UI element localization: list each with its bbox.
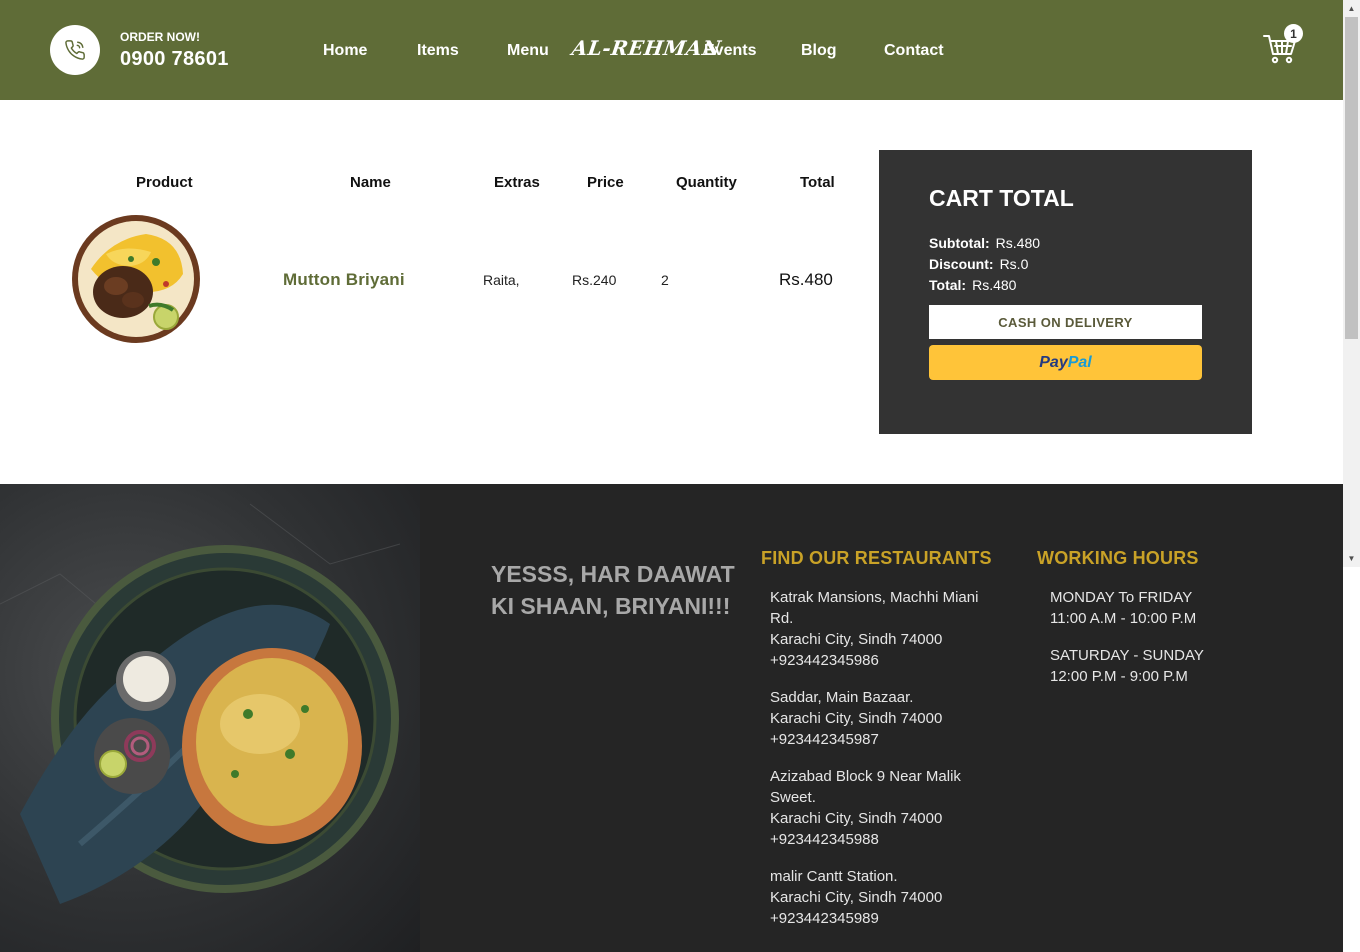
- col-header-total: Total: [800, 174, 835, 191]
- restaurant-phone[interactable]: +923442345987: [770, 729, 1000, 750]
- paypal-logo-pay: Pay: [1039, 353, 1068, 371]
- nav-menu[interactable]: Menu: [507, 42, 549, 60]
- restaurant-address-3: Azizabad Block 9 Near Malik Sweet. Karac…: [770, 766, 1000, 850]
- nav-home[interactable]: Home: [323, 42, 367, 60]
- nav-events[interactable]: Events: [704, 42, 756, 60]
- nav-contact[interactable]: Contact: [884, 42, 944, 60]
- restaurant-phone[interactable]: +923442345989: [770, 908, 1000, 929]
- discount-row: Discount: Rs.0: [929, 256, 1028, 272]
- item-total: Rs.480: [779, 270, 833, 289]
- subtotal-label: Subtotal:: [929, 235, 990, 251]
- restaurant-phone[interactable]: +923442345988: [770, 829, 1000, 850]
- total-value: Rs.480: [972, 277, 1017, 293]
- restaurant-address-1: Katrak Mansions, Machhi Miani Rd. Karach…: [770, 587, 1000, 671]
- scroll-up-arrow-icon[interactable]: ▲: [1343, 0, 1360, 17]
- restaurants-title: FIND OUR RESTAURANTS: [761, 548, 992, 568]
- phone-icon-button[interactable]: [50, 25, 100, 75]
- cart-count-badge: 1: [1284, 24, 1303, 43]
- subtotal-row: Subtotal: Rs.480: [929, 235, 1040, 251]
- phone-number[interactable]: 0900 78601: [120, 48, 229, 71]
- col-header-name: Name: [350, 174, 391, 191]
- hours-weekdays: MONDAY To FRIDAY 11:00 A.M - 10:00 P.M: [1050, 589, 1197, 627]
- item-price: Rs.240: [572, 272, 617, 288]
- total-row: Total: Rs.480: [929, 277, 1016, 293]
- paypal-logo-pal: Pal: [1067, 353, 1092, 371]
- col-header-extras: Extras: [494, 174, 540, 191]
- item-extras: Raita,: [483, 272, 520, 288]
- item-quantity: 2: [661, 272, 669, 288]
- discount-value: Rs.0: [999, 256, 1029, 272]
- restaurant-address-2: Saddar, Main Bazaar. Karachi City, Sindh…: [770, 687, 1000, 750]
- footer-food-photo: [0, 484, 420, 952]
- order-now-label: ORDER NOW!: [120, 30, 200, 44]
- subtotal-value: Rs.480: [995, 235, 1041, 251]
- col-header-quantity: Quantity: [676, 174, 737, 191]
- scrollbar-thumb[interactable]: [1345, 17, 1358, 339]
- scroll-down-arrow-icon[interactable]: ▼: [1343, 550, 1360, 567]
- col-header-product: Product: [136, 174, 193, 191]
- phone-icon: [65, 40, 85, 60]
- discount-label: Discount:: [929, 256, 994, 272]
- item-name[interactable]: Mutton Briyani: [283, 270, 405, 290]
- working-hours-title: WORKING HOURS: [1037, 548, 1199, 568]
- cart-total-title: CART TOTAL: [929, 185, 1074, 211]
- nav-blog[interactable]: Blog: [801, 42, 837, 60]
- total-label: Total:: [929, 277, 967, 293]
- restaurant-phone[interactable]: +923442345986: [770, 650, 1000, 671]
- restaurant-address-4: malir Cantt Station. Karachi City, Sindh…: [770, 866, 1000, 929]
- cash-on-delivery-button[interactable]: CASH ON DELIVERY: [929, 305, 1202, 339]
- hours-weekend: SATURDAY - SUNDAY 12:00 P.M - 9:00 P.M: [1050, 647, 1204, 685]
- paypal-button[interactable]: Pay Pal: [929, 345, 1202, 380]
- brand-logo[interactable]: AL-REHMAN: [570, 36, 722, 60]
- product-image: [72, 215, 200, 343]
- footer-tagline: YESSS, HAR DAAWAT KI SHAAN, BRIYANI!!!: [491, 561, 735, 619]
- nav-items[interactable]: Items: [417, 42, 459, 60]
- col-header-price: Price: [587, 174, 624, 191]
